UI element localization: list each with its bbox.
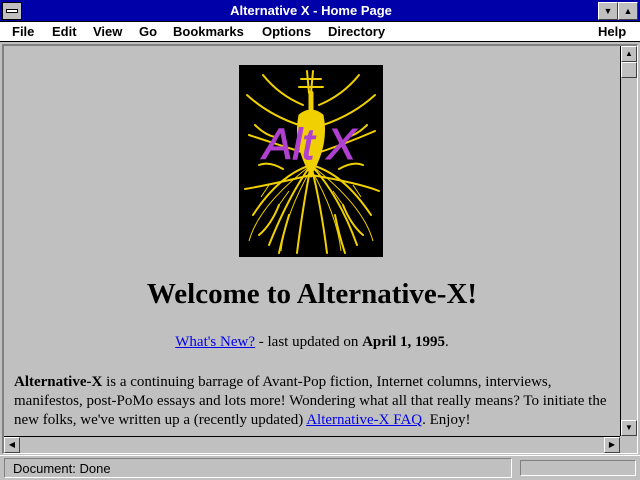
scroll-right-button[interactable]: ▶ [604,437,620,453]
horizontal-scrollbar[interactable]: ◀ ▶ [4,436,620,453]
scroll-left-button[interactable]: ◀ [4,437,20,453]
alt-x-logo[interactable]: Alt X [239,65,383,257]
page-content: Alt X Welcome to Alternative-X! What's N… [4,46,620,436]
menu-bar: File Edit View Go Bookmarks Options Dire… [0,22,640,42]
title-bar: Alternative X - Home Page ▼ ▲ [0,0,640,22]
intro-end: . Enjoy! [422,412,471,428]
updated-prefix: - last updated on [255,334,363,350]
system-menu-button[interactable] [2,2,22,20]
intro-paragraph: Alternative-X is a continuing barrage of… [14,373,614,430]
vertical-scrollbar[interactable]: ▲ ▼ [620,46,637,436]
updated-date: April 1, 1995 [362,334,445,350]
menu-directory[interactable]: Directory [328,24,385,39]
minimize-button[interactable]: ▼ [598,2,618,20]
menu-view[interactable]: View [93,24,122,39]
menu-edit[interactable]: Edit [52,24,77,39]
updated-suffix: . [445,334,449,350]
browser-window: Alternative X - Home Page ▼ ▲ File Edit … [0,0,640,480]
menu-go[interactable]: Go [139,24,157,39]
scrollbar-corner [620,436,636,452]
faq-link[interactable]: Alternative-X FAQ [306,412,422,428]
menu-bookmarks[interactable]: Bookmarks [173,24,244,39]
scroll-down-button[interactable]: ▼ [621,420,637,436]
update-line: What's New? - last updated on April 1, 1… [4,334,620,351]
arrow-up-icon: ▲ [625,49,633,58]
minimize-icon: ▼ [603,6,613,16]
intro-bold: Alternative-X [14,374,103,390]
maximize-button[interactable]: ▲ [618,2,638,20]
menu-file[interactable]: File [12,24,34,39]
status-progress [520,460,636,476]
arrow-right-icon: ▶ [608,440,616,449]
maximize-icon: ▲ [623,6,633,16]
whats-new-link[interactable]: What's New? [175,334,255,350]
logo-text: Alt X [260,120,358,169]
window-title: Alternative X - Home Page [230,3,392,18]
menu-help[interactable]: Help [598,24,626,39]
scroll-up-button[interactable]: ▲ [621,46,637,62]
alt-x-logo-image: Alt X [239,65,383,257]
page-heading: Welcome to Alternative-X! [146,278,478,310]
system-menu-icon [6,9,18,13]
vertical-scroll-thumb[interactable] [621,62,637,78]
menu-options[interactable]: Options [262,24,311,39]
arrow-down-icon: ▼ [625,423,633,432]
arrow-left-icon: ◀ [8,440,16,449]
status-text: Document: Done [4,458,512,478]
status-bar: Document: Done [0,455,640,480]
